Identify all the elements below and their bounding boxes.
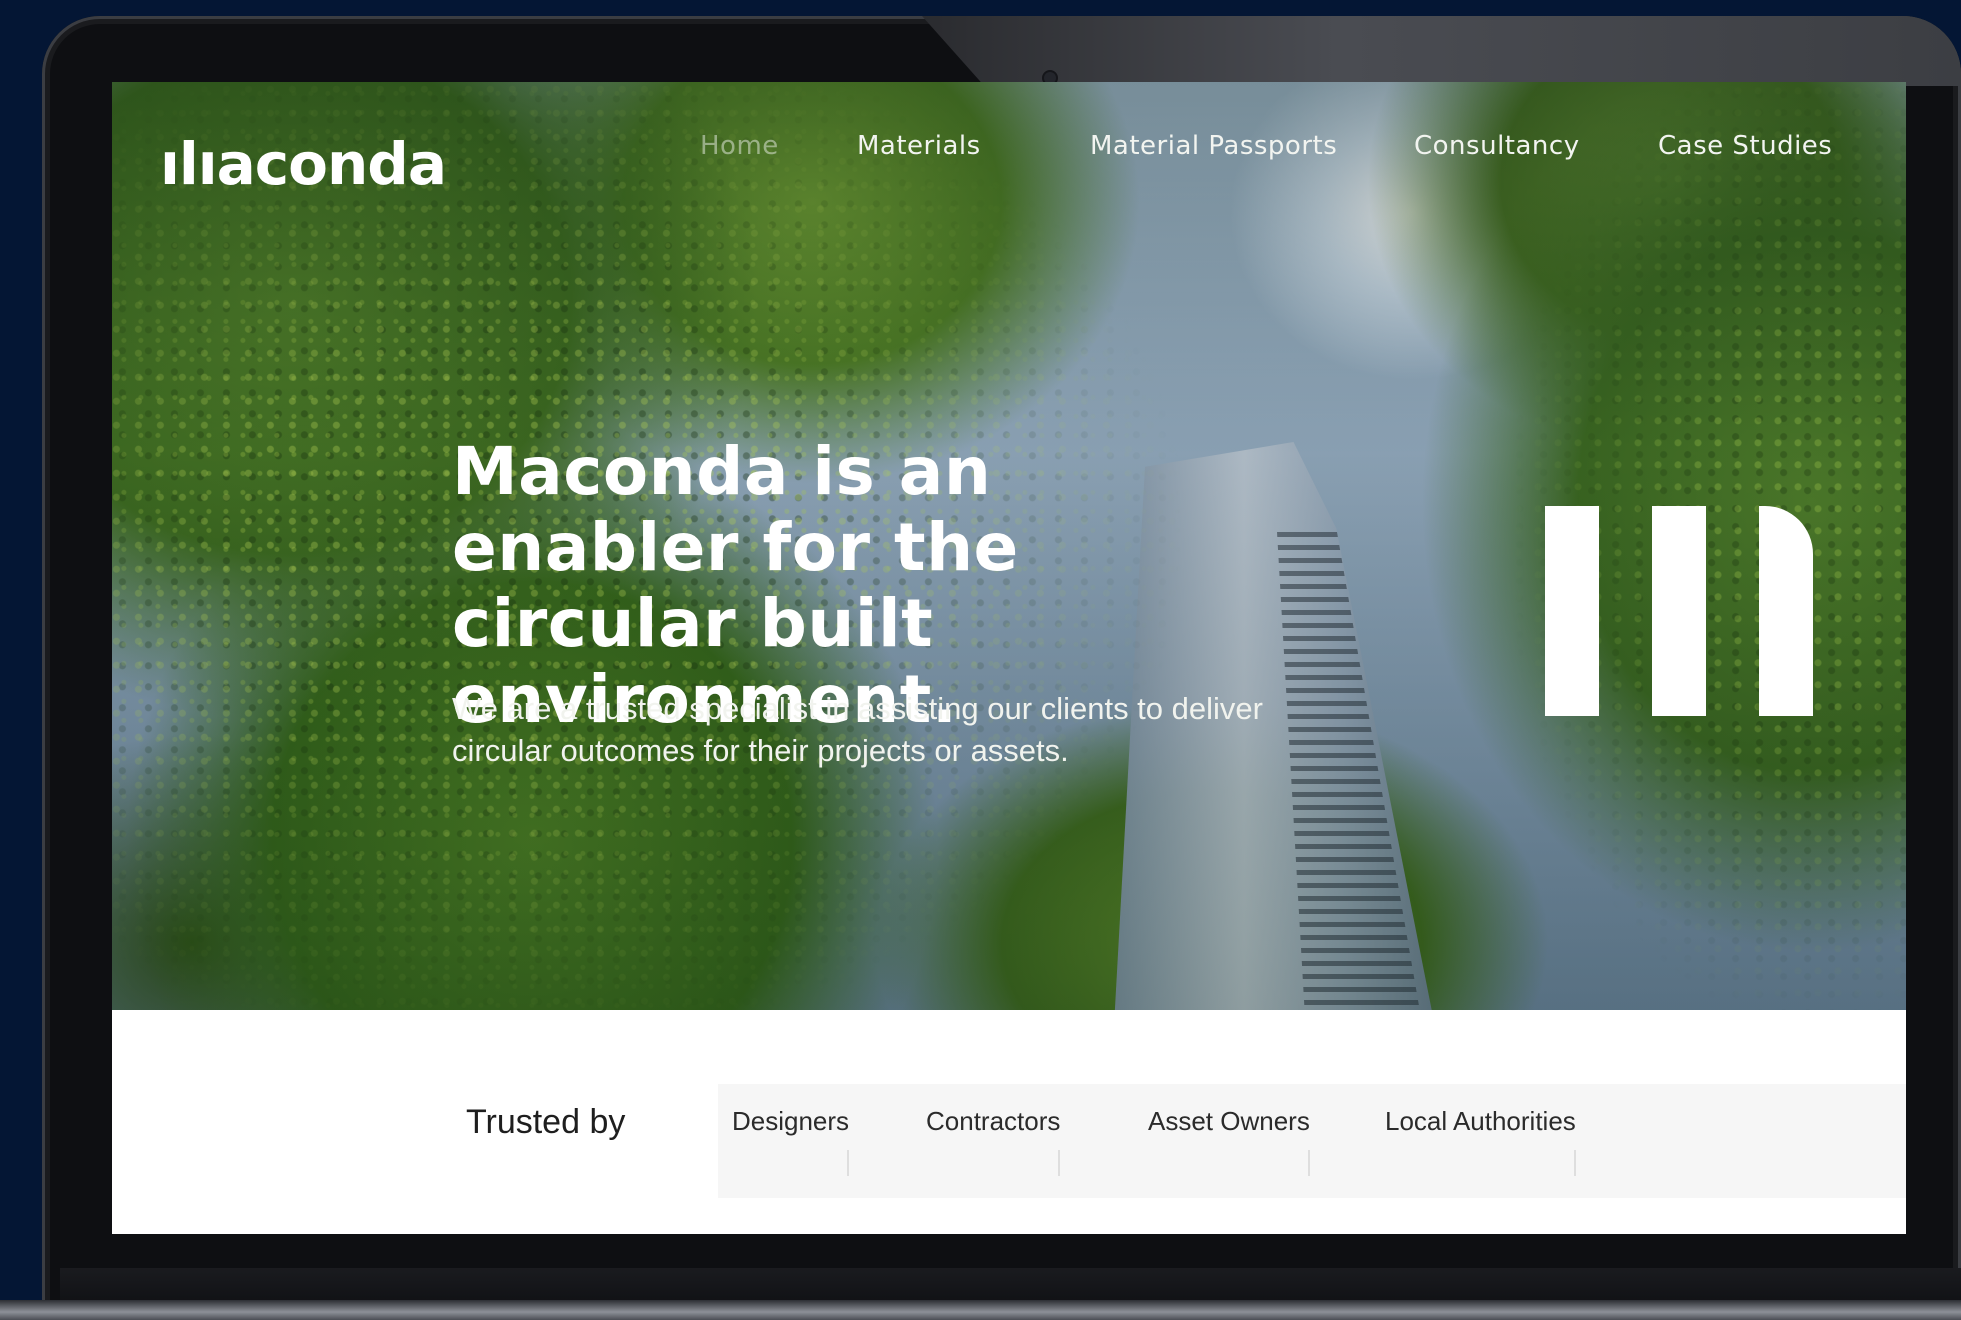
mark-bar [1652, 506, 1706, 716]
trusted-by-label: Trusted by [466, 1103, 626, 1141]
nav-item-material-passports[interactable]: Material Passports [1090, 131, 1337, 161]
lid-reflection [922, 16, 1961, 86]
nav-item-case-studies[interactable]: Case Studies [1658, 131, 1832, 161]
tab-asset-owners[interactable]: Asset Owners [1148, 1106, 1310, 1176]
hero-subheading: We are a trusted specialist in assisting… [452, 691, 1263, 768]
laptop-base [0, 1300, 1961, 1320]
hero-section: ılıaconda Home Materials Material Passpo… [112, 82, 1906, 1010]
tab-contractors[interactable]: Contractors [926, 1106, 1061, 1176]
mark-bar [1759, 506, 1813, 716]
tab-designers[interactable]: Designers [732, 1106, 850, 1176]
main-nav: Home Materials Material Passports Consul… [112, 131, 1906, 171]
client-type-tabs: Designers Contractors Asset Owners Local… [718, 1084, 1906, 1198]
browser-viewport: ılıaconda Home Materials Material Passpo… [112, 82, 1906, 1234]
nav-item-materials[interactable]: Materials [857, 131, 981, 161]
mark-bar [1545, 506, 1599, 716]
maconda-m-icon [1545, 506, 1815, 716]
tab-local-authorities[interactable]: Local Authorities [1385, 1106, 1576, 1176]
trusted-by-section: Trusted by Designers Contractors Asset O… [112, 1010, 1906, 1234]
nav-item-home[interactable]: Home [700, 131, 779, 161]
nav-item-consultancy[interactable]: Consultancy [1414, 131, 1580, 161]
